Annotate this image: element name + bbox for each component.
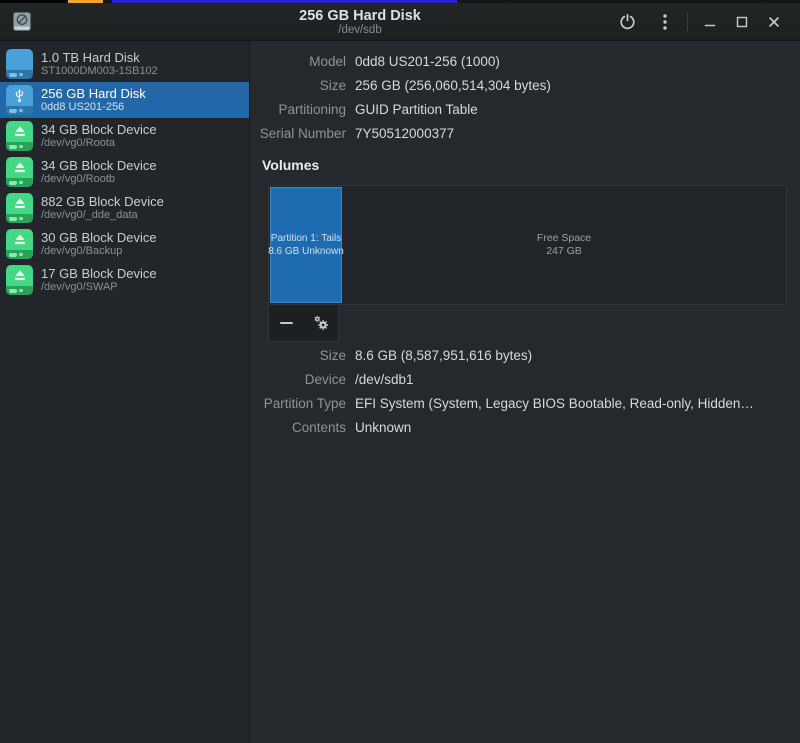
device-title: 34 GB Block Device: [41, 158, 157, 173]
minimize-icon: [704, 24, 716, 26]
free-space-label: Free Space: [536, 232, 592, 244]
partition-size: 8.6 GB Unknown: [268, 246, 344, 257]
device-title: 30 GB Block Device: [41, 230, 157, 245]
window-title: 256 GB Hard Disk: [299, 7, 421, 24]
volume-size-value: 8.6 GB (8,587,951,616 bytes): [355, 348, 533, 363]
drive-detail-panel: Model 0dd8 US201-256 (1000) Size 256 GB …: [250, 41, 800, 743]
app-menu-button[interactable]: [649, 7, 681, 37]
model-value: 0dd8 US201-256 (1000): [355, 54, 500, 69]
sidebar-item-1tb-disk[interactable]: 1.0 TB Hard Disk ST1000DM003-1SB102: [0, 46, 249, 82]
info-label: Size: [319, 78, 346, 93]
eject-symbol-icon: [14, 126, 25, 137]
partition-name: Partition 1: Tails: [270, 233, 342, 244]
minus-icon: [279, 322, 293, 324]
info-label: Size: [319, 348, 346, 363]
volume-toolbar: [268, 305, 339, 342]
titlebar-separator: [687, 12, 688, 31]
device-title: 1.0 TB Hard Disk: [41, 50, 140, 65]
device-subtitle: ST1000DM003-1SB102: [41, 65, 158, 77]
sidebar-item-dde-data[interactable]: 882 GB Block Device /dev/vg0/_dde_data: [0, 190, 249, 226]
info-label: Device: [304, 372, 346, 387]
info-label: Model: [309, 54, 346, 69]
device-subtitle: /dev/vg0/Rootb: [41, 173, 115, 185]
block-device-icon: [6, 229, 33, 259]
maximize-button[interactable]: [726, 7, 758, 37]
headerbar-controls: [611, 7, 800, 37]
device-value: /dev/sdb1: [355, 372, 414, 387]
device-title: 256 GB Hard Disk: [41, 86, 146, 101]
block-device-icon: [6, 265, 33, 295]
size-value: 256 GB (256,060,514,304 bytes): [355, 78, 551, 93]
minimize-button[interactable]: [694, 7, 726, 37]
eject-symbol-icon: [14, 234, 25, 245]
drive-info-grid: Model 0dd8 US201-256 (1000) Size 256 GB …: [250, 54, 790, 141]
serial-number-value: 7Y50512000377: [355, 126, 455, 141]
maximize-icon: [736, 16, 748, 27]
sidebar-item-swap[interactable]: 17 GB Block Device /dev/vg0/SWAP: [0, 262, 249, 298]
device-subtitle: /dev/vg0/Backup: [41, 245, 123, 257]
power-icon: [619, 13, 635, 30]
partitioning-value: GUID Partition Table: [355, 102, 478, 117]
hard-disk-icon: [6, 49, 33, 79]
usb-symbol-icon: [15, 88, 24, 102]
info-label: Partitioning: [278, 102, 346, 117]
free-space-size: 247 GB: [546, 245, 582, 257]
device-subtitle: /dev/vg0/_dde_data: [41, 209, 138, 221]
gears-icon: [314, 315, 328, 330]
window-title-block: 256 GB Hard Disk /dev/sdb: [120, 3, 600, 41]
close-button[interactable]: [758, 7, 790, 37]
block-device-icon: [6, 157, 33, 187]
partition-options-button[interactable]: [304, 305, 339, 341]
eject-symbol-icon: [14, 162, 25, 173]
background-window-strip: [0, 0, 800, 3]
info-label: Contents: [291, 420, 346, 435]
partition-1-block[interactable]: Partition 1: Tails 8.6 GB Unknown: [268, 187, 344, 303]
device-title: 882 GB Block Device: [41, 194, 164, 209]
disks-app-icon: [13, 12, 31, 31]
volumes-heading: Volumes: [262, 157, 320, 173]
sidebar-item-backup[interactable]: 30 GB Block Device /dev/vg0/Backup: [0, 226, 249, 262]
device-subtitle: /dev/vg0/SWAP: [41, 281, 118, 293]
strip-blue-segment: [112, 0, 457, 3]
partition-type-value: EFI System (System, Legacy BIOS Bootable…: [355, 396, 754, 411]
sidebar-item-rootb[interactable]: 34 GB Block Device /dev/vg0/Rootb: [0, 154, 249, 190]
free-space-block[interactable]: Free Space 247 GB: [343, 187, 785, 303]
strip-black-segment: [0, 0, 66, 3]
delete-partition-button[interactable]: [269, 305, 304, 341]
contents-value: Unknown: [355, 420, 412, 435]
device-subtitle: /dev/vg0/Roota: [41, 137, 115, 149]
volume-info-grid: Size 8.6 GB (8,587,951,616 bytes) Device…: [250, 348, 790, 435]
block-device-icon: [6, 193, 33, 223]
block-device-icon: [6, 121, 33, 151]
kebab-menu-icon: [663, 13, 667, 30]
headerbar: 256 GB Hard Disk /dev/sdb: [0, 3, 800, 41]
sidebar-item-256gb-disk[interactable]: 256 GB Hard Disk 0dd8 US201-256: [0, 82, 249, 118]
device-title: 34 GB Block Device: [41, 122, 157, 137]
strip-orange-segment: [68, 0, 103, 3]
sidebar-item-roota[interactable]: 34 GB Block Device /dev/vg0/Roota: [0, 118, 249, 154]
info-label: Partition Type: [263, 396, 346, 411]
eject-symbol-icon: [14, 270, 25, 281]
device-sidebar: 1.0 TB Hard Disk ST1000DM003-1SB102 256 …: [0, 41, 250, 743]
close-icon: [769, 16, 779, 27]
device-subtitle: 0dd8 US201-256: [41, 101, 125, 113]
eject-symbol-icon: [14, 198, 25, 209]
usb-disk-icon: [6, 85, 33, 115]
window-subtitle: /dev/sdb: [338, 23, 382, 36]
device-title: 17 GB Block Device: [41, 266, 157, 281]
info-label: Serial Number: [259, 126, 346, 141]
power-button[interactable]: [611, 7, 643, 37]
volumes-map: Partition 1: Tails 8.6 GB Unknown Free S…: [268, 185, 787, 305]
